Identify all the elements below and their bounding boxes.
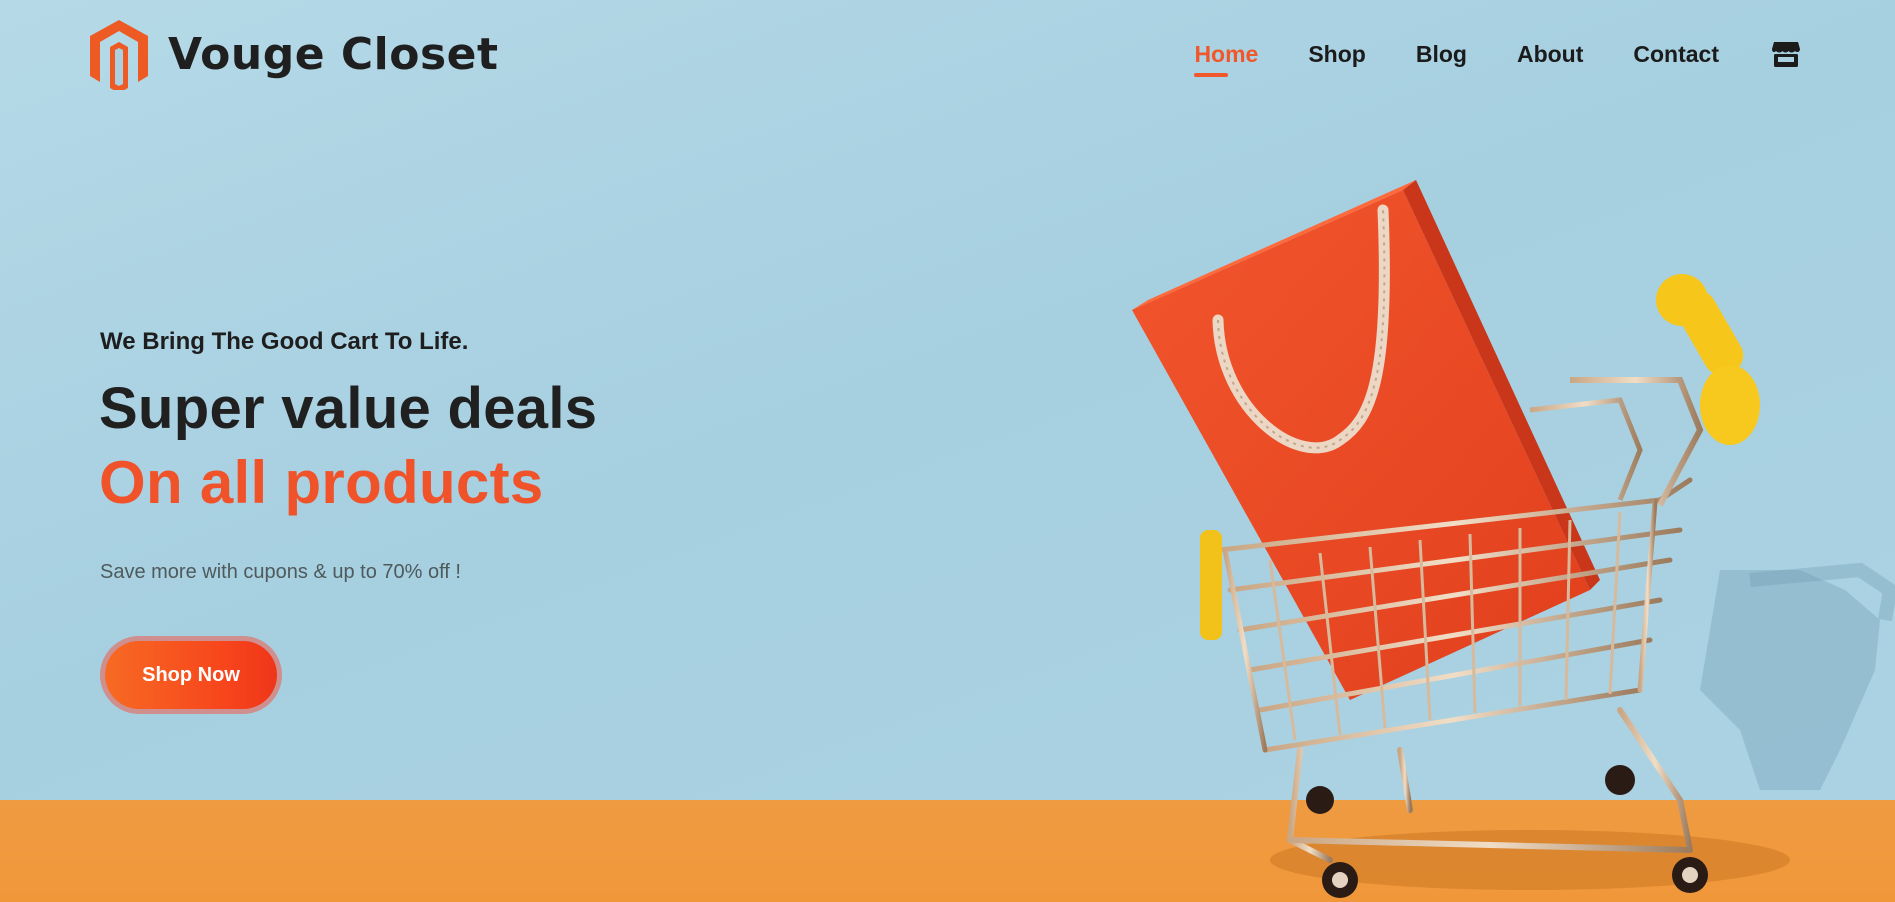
- shop-now-button[interactable]: Shop Now: [100, 636, 282, 714]
- hero-section: Vouge Closet Home Shop Blog About Contac…: [0, 0, 1895, 902]
- nav-home[interactable]: Home: [1194, 38, 1258, 77]
- hero-headline-accent: On all products: [99, 449, 544, 516]
- hero-product-image: [1132, 180, 1895, 898]
- brand-logo[interactable]: Vouge Closet: [88, 18, 499, 90]
- hero-headline: Super value deals: [99, 376, 598, 441]
- shop-now-label: Shop Now: [105, 641, 277, 709]
- nav-blog[interactable]: Blog: [1416, 38, 1467, 70]
- nav-about[interactable]: About: [1517, 38, 1583, 70]
- nav-shop[interactable]: Shop: [1308, 38, 1366, 70]
- brand-logo-icon: [90, 20, 148, 90]
- site-header: Vouge Closet Home Shop Blog About Contac…: [0, 0, 1895, 110]
- nav-contact[interactable]: Contact: [1633, 38, 1719, 70]
- hero-subtext: Save more with cupons & up to 70% off !: [100, 561, 461, 583]
- hero-tagline: We Bring The Good Cart To Life.: [100, 328, 469, 355]
- brand-name: Vouge Closet: [168, 28, 499, 80]
- store-icon[interactable]: [1771, 40, 1801, 68]
- main-nav: Home Shop Blog About Contact: [1144, 38, 1801, 77]
